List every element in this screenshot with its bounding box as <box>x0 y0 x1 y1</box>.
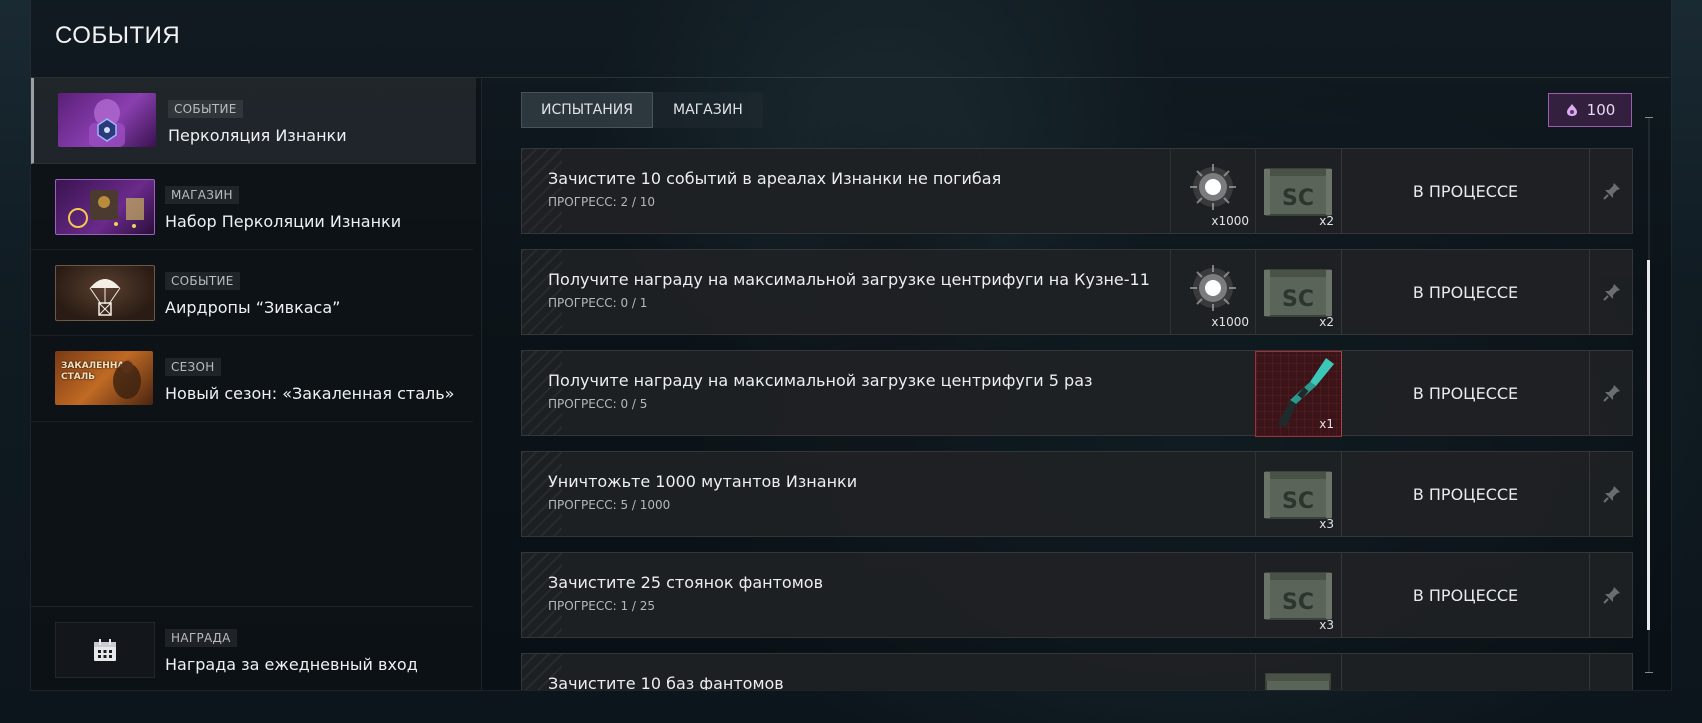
sidebar-item-percolation-bundle[interactable]: МАГАЗИН Набор Перколяции Изнанки <box>31 164 473 250</box>
percolation-token-icon <box>1566 104 1577 116</box>
reward-quantity: x1000 <box>1211 214 1249 228</box>
pin-button[interactable] <box>1589 149 1633 233</box>
season-thumbnail: ЗАКАЛЕННАЯ СТАЛЬ <box>55 351 153 405</box>
sidebar-item-label: Аирдропы “Зивкаса” <box>165 298 341 317</box>
sidebar-item-label: Набор Перколяции Изнанки <box>165 212 402 231</box>
reward-crate[interactable]: SC x2 <box>1255 250 1341 334</box>
challenge-list: Зачистите 10 событий в ареалах Изнанки н… <box>521 148 1633 690</box>
challenge-title: Зачистите 10 баз фантомов <box>548 674 784 690</box>
airdrops-thumbnail <box>55 265 155 321</box>
challenge-title: Получите награду на максимальной загрузк… <box>548 270 1150 289</box>
sidebar-item-daily-reward[interactable]: НАГРАДА Награда за ежедневный вход <box>31 606 473 691</box>
reward-crate[interactable]: SC x3 <box>1255 553 1341 637</box>
reward-quantity: x3 <box>1319 517 1334 531</box>
reward-orb[interactable]: x1000 <box>1170 250 1256 334</box>
reward-weapon[interactable]: x1 <box>1255 351 1342 437</box>
sidebar-item-label: Новый сезон: «Закаленная сталь» <box>165 384 455 403</box>
reward-orb[interactable]: x1000 <box>1170 149 1256 233</box>
currency-amount: 100 <box>1586 101 1616 119</box>
challenge-status: В ПРОЦЕССЕ <box>1341 553 1589 637</box>
sidebar-item-tag: СЕЗОН <box>165 358 221 376</box>
challenge-title: Зачистите 10 событий в ареалах Изнанки н… <box>548 169 1002 188</box>
challenge-row: Зачистите 10 баз фантомов <box>521 653 1633 690</box>
row-stripes <box>522 553 562 637</box>
calendar-icon <box>94 639 116 661</box>
reward-quantity: x1000 <box>1211 315 1249 329</box>
tab-challenges[interactable]: ИСПЫТАНИЯ <box>521 92 653 128</box>
challenge-row: Зачистите 25 стоянок фантомов ПРОГРЕСС: … <box>521 552 1633 638</box>
sidebar-item-new-season[interactable]: ЗАКАЛЕННАЯ СТАЛЬ СЕЗОН Новый сезон: «Зак… <box>31 336 473 422</box>
row-stripes <box>522 250 562 334</box>
challenge-row: Получите награду на максимальной загрузк… <box>521 249 1633 335</box>
challenge-progress: ПРОГРЕСС: 2 / 10 <box>548 195 656 209</box>
tab-shop[interactable]: МАГАЗИН <box>652 92 763 128</box>
reward-quantity: x2 <box>1319 214 1334 228</box>
challenge-progress: ПРОГРЕСС: 0 / 1 <box>548 296 648 310</box>
reward-crate[interactable]: SC x2 <box>1255 149 1341 233</box>
sidebar-item-label: Перколяция Изнанки <box>168 126 347 145</box>
sidebar-item-tag: НАГРАДА <box>165 629 237 647</box>
challenge-status <box>1341 654 1589 690</box>
pin-icon <box>1602 183 1620 200</box>
sidebar-item-label: Награда за ежедневный вход <box>165 655 418 674</box>
svg-text:SC: SC <box>1282 287 1314 312</box>
pin-button[interactable] <box>1589 250 1633 334</box>
challenge-progress: ПРОГРЕСС: 1 / 25 <box>548 599 656 613</box>
row-stripes <box>522 452 562 536</box>
pin-button[interactable] <box>1589 351 1633 435</box>
sidebar-item-percolation-event[interactable]: СОБЫТИЕ Перколяция Изнанки <box>31 78 476 164</box>
challenge-status: В ПРОЦЕССЕ <box>1341 351 1589 435</box>
percolation-bundle-thumbnail <box>55 179 155 235</box>
scrollbar-bottom-cap <box>1645 672 1653 673</box>
page-title: СОБЫТИЯ <box>55 22 181 49</box>
pin-icon <box>1602 385 1620 402</box>
pin-button[interactable] <box>1589 654 1633 690</box>
reward-crate[interactable]: SC x3 <box>1255 452 1341 536</box>
reward-quantity: x3 <box>1319 618 1334 632</box>
challenge-progress: ПРОГРЕСС: 0 / 5 <box>548 397 648 411</box>
daily-reward-thumbnail <box>55 622 155 678</box>
row-stripes <box>522 149 562 233</box>
tab-bar: ИСПЫТАНИЯ МАГАЗИН <box>521 92 763 128</box>
challenge-status: В ПРОЦЕССЕ <box>1341 149 1589 233</box>
pin-icon <box>1602 284 1620 301</box>
reward-quantity: x2 <box>1319 315 1334 329</box>
row-stripes <box>522 351 562 435</box>
scrollbar-thumb[interactable] <box>1647 260 1650 630</box>
challenge-row: Зачистите 10 событий в ареалах Изнанки н… <box>521 148 1633 234</box>
sc-crate-icon <box>1265 673 1331 690</box>
challenge-row: Уничтожьте 1000 мутантов Изнанки ПРОГРЕС… <box>521 451 1633 537</box>
challenge-title: Уничтожьте 1000 мутантов Изнанки <box>548 472 858 491</box>
percolation-event-thumbnail <box>58 93 156 147</box>
challenge-status: В ПРОЦЕССЕ <box>1341 452 1589 536</box>
challenge-progress: ПРОГРЕСС: 5 / 1000 <box>548 498 671 512</box>
sidebar: СОБЫТИЕ Перколяция Изнанки МАГАЗИН Набор… <box>31 78 482 690</box>
svg-text:SC: SC <box>1282 186 1314 211</box>
sidebar-item-airdrops[interactable]: СОБЫТИЕ Аирдропы “Зивкаса” <box>31 250 473 336</box>
challenge-title: Зачистите 25 стоянок фантомов <box>548 573 823 592</box>
currency-balance[interactable]: 100 <box>1548 93 1632 127</box>
challenge-title: Получите награду на максимальной загрузк… <box>548 371 1093 390</box>
pin-icon <box>1602 486 1620 503</box>
pin-icon <box>1602 587 1620 604</box>
svg-text:SC: SC <box>1282 489 1314 514</box>
pin-button[interactable] <box>1589 553 1633 637</box>
sidebar-item-tag: МАГАЗИН <box>165 186 239 204</box>
scrollbar-top-cap <box>1645 117 1653 118</box>
reward-quantity: x1 <box>1319 417 1334 431</box>
challenge-status: В ПРОЦЕССЕ <box>1341 250 1589 334</box>
sidebar-item-tag: СОБЫТИЕ <box>168 100 243 118</box>
parachute-icon <box>89 279 121 316</box>
pin-button[interactable] <box>1589 452 1633 536</box>
reward-crate[interactable] <box>1255 654 1341 690</box>
challenge-row: Получите награду на максимальной загрузк… <box>521 350 1633 437</box>
sidebar-item-tag: СОБЫТИЕ <box>165 272 240 290</box>
svg-text:SC: SC <box>1282 590 1314 615</box>
